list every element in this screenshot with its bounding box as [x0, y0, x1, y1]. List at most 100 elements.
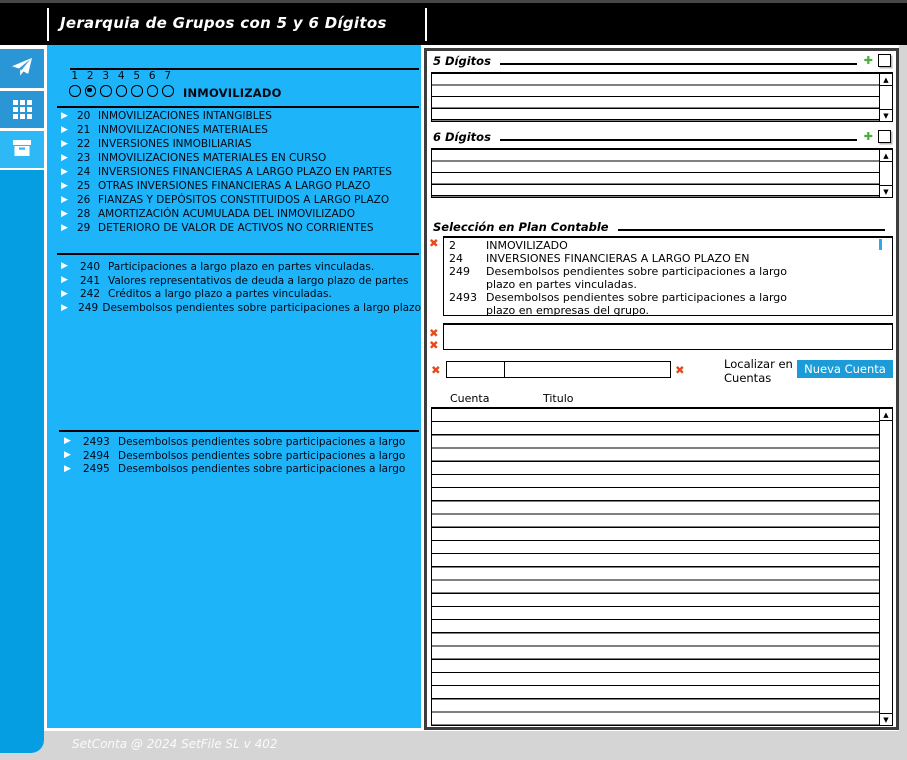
- scroll-up-icon[interactable]: ▲: [880, 409, 892, 421]
- digit-option[interactable]: 7: [160, 70, 176, 97]
- title-bar-separator: [47, 8, 49, 41]
- delete-icon[interactable]: ✖: [675, 365, 685, 377]
- group-row[interactable]: ▶ 29 DETERIORO DE VALOR DE ACTIVOS NO CO…: [47, 221, 421, 235]
- account-title-input[interactable]: [504, 361, 671, 378]
- nueva-cuenta-button[interactable]: Nueva Cuenta: [797, 360, 893, 378]
- expand-icon[interactable]: ▶: [61, 210, 73, 219]
- expand-icon[interactable]: ▶: [61, 196, 73, 205]
- sidebar-item-archive[interactable]: [0, 131, 44, 168]
- sidebar-item-groups[interactable]: [0, 91, 44, 128]
- digit-option[interactable]: 3: [98, 70, 114, 97]
- expand-icon[interactable]: ▶: [61, 168, 73, 177]
- expand-icon[interactable]: ▶: [61, 262, 73, 271]
- group-row[interactable]: ▶ 249 Desembolsos pendientes sobre parti…: [47, 301, 421, 315]
- digit-radio[interactable]: [69, 85, 81, 97]
- scrollbar[interactable]: ▲ ▼: [879, 409, 892, 725]
- column-header-cuenta: Cuenta: [450, 392, 489, 405]
- scroll-down-icon[interactable]: ▼: [880, 109, 892, 121]
- delete-icon[interactable]: ✖: [429, 238, 439, 250]
- expand-icon[interactable]: ▶: [64, 437, 76, 446]
- column-header-titulo: Titulo: [543, 392, 574, 405]
- group-row[interactable]: ▶ 242 Créditos a largo plazo a partes vi…: [47, 288, 421, 302]
- group-row[interactable]: ▶ 21 INMOVILIZACIONES MATERIALES: [47, 123, 421, 137]
- group-row[interactable]: ▶ 20 INMOVILIZACIONES INTANGIBLES: [47, 109, 421, 123]
- selection-row[interactable]: 24 INVERSIONES FINANCIERAS A LARGO PLAZO…: [449, 253, 888, 266]
- group-row[interactable]: ▶ 25 OTRAS INVERSIONES FINANCIERAS A LAR…: [47, 179, 421, 193]
- group-code: 2493: [83, 436, 114, 448]
- expand-icon[interactable]: ▶: [61, 276, 73, 285]
- group-row[interactable]: ▶ 28 AMORTIZACIÓN ACUMULADA DEL INMOVILI…: [47, 207, 421, 221]
- localizar-en-cuentas-button[interactable]: Localizar en Cuentas: [724, 357, 806, 385]
- selection-code: 249: [449, 266, 486, 292]
- digit-option[interactable]: 6: [145, 70, 161, 97]
- group-row[interactable]: ▶ 24 INVERSIONES FINANCIERAS A LARGO PLA…: [47, 165, 421, 179]
- sidebar-background: [0, 170, 44, 753]
- group-row[interactable]: ▶ 26 FIANZAS Y DEPÓSITOS CONSTITUIDOS A …: [47, 193, 421, 207]
- group-title: Participaciones a largo plazo en partes …: [108, 261, 374, 273]
- expand-icon[interactable]: ▶: [61, 126, 73, 135]
- scroll-down-icon[interactable]: ▼: [880, 713, 892, 725]
- group-title: INMOVILIZACIONES MATERIALES: [98, 124, 268, 136]
- selection-text: INMOVILIZADO: [486, 240, 568, 253]
- scroll-up-icon[interactable]: ▲: [880, 74, 892, 86]
- sidebar-item-send[interactable]: [0, 49, 44, 88]
- digit-radio[interactable]: [116, 85, 128, 97]
- add-icon[interactable]: ✚: [864, 55, 873, 66]
- expand-icon[interactable]: ▶: [61, 304, 71, 313]
- digit-option[interactable]: 2: [83, 70, 99, 97]
- expand-icon[interactable]: ▶: [61, 140, 73, 149]
- group-row[interactable]: ▶ 2494 Desembolsos pendientes sobre part…: [47, 449, 421, 463]
- expand-icon[interactable]: ▶: [64, 465, 76, 474]
- group-title: Créditos a largo plazo a partes vinculad…: [108, 288, 332, 300]
- listbox-rows: [432, 74, 879, 121]
- scroll-down-icon[interactable]: ▼: [880, 185, 892, 197]
- group-code: 25: [77, 180, 94, 192]
- delete-icon[interactable]: ✖: [431, 365, 441, 377]
- group-title: INVERSIONES INMOBILIARIAS: [98, 138, 252, 150]
- hierarchy-panel: 1 2 3 4 5: [47, 45, 421, 728]
- digit-option[interactable]: 4: [114, 70, 130, 97]
- five-digits-listbox[interactable]: ▲ ▼: [431, 72, 893, 122]
- scrollbar[interactable]: ▲ ▼: [879, 150, 892, 197]
- digit-radio[interactable]: [100, 85, 112, 97]
- plan-contable-selection[interactable]: 2 INMOVILIZADO 24 INVERSIONES FINANCIERA…: [443, 236, 893, 316]
- expand-icon[interactable]: ▶: [61, 154, 73, 163]
- expand-icon[interactable]: ▶: [61, 224, 73, 233]
- group-row[interactable]: ▶ 23 INMOVILIZACIONES MATERIALES EN CURS…: [47, 151, 421, 165]
- group-title: OTRAS INVERSIONES FINANCIERAS A LARGO PL…: [98, 180, 370, 192]
- selection-code: 24: [449, 253, 486, 266]
- group-title: FIANZAS Y DEPÓSITOS CONSTITUIDOS A LARGO…: [98, 194, 389, 206]
- selection-row[interactable]: 2 INMOVILIZADO: [449, 240, 888, 253]
- groups-3-digit-list: ▶ 240 Participaciones a largo plazo en p…: [47, 260, 421, 315]
- selection-row[interactable]: 2493 Desembolsos pendientes sobre partic…: [449, 292, 888, 316]
- group-row[interactable]: ▶ 2493 Desembolsos pendientes sobre part…: [47, 435, 421, 449]
- expand-icon[interactable]: ▶: [64, 451, 76, 460]
- scroll-up-icon[interactable]: ▲: [880, 150, 892, 162]
- selection-detail-box[interactable]: [443, 323, 893, 350]
- group-row[interactable]: ▶ 240 Participaciones a largo plazo en p…: [47, 260, 421, 274]
- six-digits-listbox[interactable]: ▲ ▼: [431, 148, 893, 198]
- group-row[interactable]: ▶ 2495 Desembolsos pendientes sobre part…: [47, 463, 421, 477]
- digit-radio[interactable]: [147, 85, 159, 97]
- delete-icon[interactable]: ✖: [429, 340, 439, 352]
- selection-row[interactable]: 249 Desembolsos pendientes sobre partici…: [449, 266, 888, 292]
- digit-option[interactable]: 1: [67, 70, 83, 97]
- digit-radio[interactable]: [162, 85, 174, 97]
- group-row[interactable]: ▶ 241 Valores representativos de deuda a…: [47, 274, 421, 288]
- five-digits-checkbox[interactable]: [878, 54, 891, 67]
- divider: [57, 106, 419, 108]
- six-digits-checkbox[interactable]: [878, 130, 891, 143]
- expand-icon[interactable]: ▶: [61, 112, 73, 121]
- scrollbar[interactable]: ▲ ▼: [879, 74, 892, 121]
- archive-icon: [12, 139, 32, 161]
- digit-radio[interactable]: [131, 85, 143, 97]
- digit-option[interactable]: 5: [129, 70, 145, 97]
- add-icon[interactable]: ✚: [864, 131, 873, 142]
- expand-icon[interactable]: ▶: [61, 290, 73, 299]
- account-code-input[interactable]: [446, 361, 505, 378]
- expand-icon[interactable]: ▶: [61, 182, 73, 191]
- group-row[interactable]: ▶ 22 INVERSIONES INMOBILIARIAS: [47, 137, 421, 151]
- accounts-table[interactable]: ▲ ▼: [431, 407, 893, 726]
- group-code: 2495: [83, 463, 114, 475]
- digit-radio[interactable]: [85, 85, 97, 97]
